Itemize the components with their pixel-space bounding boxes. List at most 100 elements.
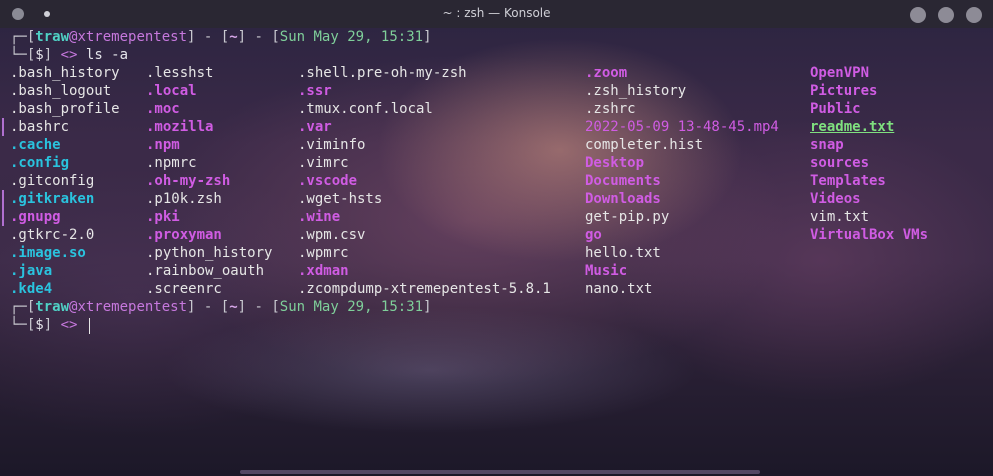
prompt-dollar: $ [35,47,44,63]
scroll-marker [2,190,4,226]
file-entry: .bash_profile [10,101,120,117]
window-title: ~ : zsh — Konsole [442,6,551,20]
file-entry: .bash_history [10,65,120,81]
directory-entry: .moc [146,101,180,117]
prompt-bracket: ] [423,299,432,315]
prompt-arrow: <> [60,317,78,333]
minimize-button[interactable] [910,7,926,23]
directory-entry: Downloads [585,191,661,207]
directory-entry: .gnupg [10,209,61,225]
file-entry: .bashrc [10,119,70,135]
file-entry: completer.hist [585,137,704,153]
prompt-arrow: <> [60,47,78,63]
file-entry: .shell.pre-oh-my-zsh [298,65,467,81]
file-entry: .screenrc [146,281,222,297]
directory-entry: .cache [10,137,61,153]
text-cursor [89,318,90,334]
maximize-button[interactable] [938,7,954,23]
directory-entry: Templates [810,173,886,189]
file-entry: 2022-05-09 13-48-45.mp4 [585,119,779,135]
prompt-user: traw [35,299,70,315]
close-button[interactable] [966,7,982,23]
directory-entry: Desktop [585,155,645,171]
file-entry: .gtkrc-2.0 [10,227,95,243]
directory-entry: sources [810,155,870,171]
directory-entry: .image.so [10,245,86,261]
directory-entry: Pictures [810,83,878,99]
prompt-separator: ] - [ [237,29,280,45]
directory-entry: .oh-my-zsh [146,173,231,189]
directory-entry: .pki [146,209,180,225]
file-entry: .zsh_history [585,83,687,99]
file-entry: .p10k.zsh [146,191,222,207]
directory-entry: .vscode [298,173,358,189]
file-entry: .lesshst [146,65,214,81]
prompt-line-1: ┌─[traw@xtremepentest] - [~] - [Sun May … [10,28,432,46]
directory-entry: Documents [585,173,661,189]
prompt-dollar: $ [35,317,44,333]
directory-entry: go [585,227,602,243]
directory-entry: .local [146,83,197,99]
directory-entry: .var [298,119,332,135]
prompt-bracket: └─[ [10,317,36,333]
file-entry: .wget-hsts [298,191,383,207]
prompt-line-2-repeat[interactable]: └─[$] <> [10,316,77,334]
file-entry: .wpmrc [298,245,349,261]
directory-entry: VirtualBox VMs [810,227,929,243]
directory-entry: Videos [810,191,861,207]
directory-entry: .java [10,263,53,279]
directory-entry: .npm [146,137,180,153]
prompt-bracket: ] [423,29,432,45]
file-entry: .vimrc [298,155,349,171]
file-entry: .zcompdump-xtremepentest-5.8.1 [298,281,551,297]
prompt-separator: ] - [ [187,29,230,45]
prompt-date: Sun May 29, 15:31 [279,299,424,315]
file-entry: vim.txt [810,209,870,225]
prompt-bracket: ┌─[ [10,29,36,45]
prompt-line-1-repeat: ┌─[traw@xtremepentest] - [~] - [Sun May … [10,298,432,316]
directory-entry: Music [585,263,628,279]
file-entry: .npmrc [146,155,197,171]
directory-entry: .wine [298,209,341,225]
file-entry: .tmux.conf.local [298,101,433,117]
file-entry: .bash_logout [10,83,112,99]
prompt-separator: ] - [ [187,299,230,315]
directory-entry: .xdman [298,263,349,279]
titlebar[interactable]: ~ : zsh — Konsole [0,0,993,28]
prompt-host: xtremepentest [77,29,188,45]
directory-entry: .zoom [585,65,628,81]
prompt-user: traw [35,29,70,45]
prompt-date: Sun May 29, 15:31 [279,29,424,45]
terminal-area[interactable]: ┌─[traw@xtremepentest] - [~] - [Sun May … [0,28,993,476]
prompt-bracket: ] [43,317,61,333]
prompt-dir: ~ [229,29,238,45]
file-entry: hello.txt [585,245,661,261]
directory-entry: .gitkraken [10,191,95,207]
directory-entry: OpenVPN [810,65,870,81]
file-entry: get-pip.py [585,209,670,225]
file-entry: nano.txt [585,281,653,297]
bottom-panel-edge [240,470,760,474]
file-entry: .rainbow_oauth [146,263,265,279]
directory-entry: Public [810,101,861,117]
file-entry: .viminfo [298,137,366,153]
directory-entry: .ssr [298,83,332,99]
prompt-bracket: └─[ [10,47,36,63]
directory-entry: .kde4 [10,281,53,297]
file-entry: .python_history [146,245,273,261]
prompt-line-2: └─[$] <> ls -a [10,46,128,64]
directory-entry: snap [810,137,844,153]
prompt-bracket: ] [43,47,61,63]
directory-entry: .config [10,155,70,171]
directory-entry: .proxyman [146,227,222,243]
konsole-window: ~ : zsh — Konsole ┌─[traw@xtremepentest]… [0,0,993,476]
prompt-dir: ~ [229,299,238,315]
prompt-host: xtremepentest [77,299,188,315]
scroll-marker [2,118,4,136]
prompt-bracket: ┌─[ [10,299,36,315]
directory-entry: .mozilla [146,119,214,135]
typed-command: ls -a [85,47,129,63]
file-entry: .wpm.csv [298,227,366,243]
file-entry: readme.txt [810,119,895,135]
file-entry: .gitconfig [10,173,95,189]
